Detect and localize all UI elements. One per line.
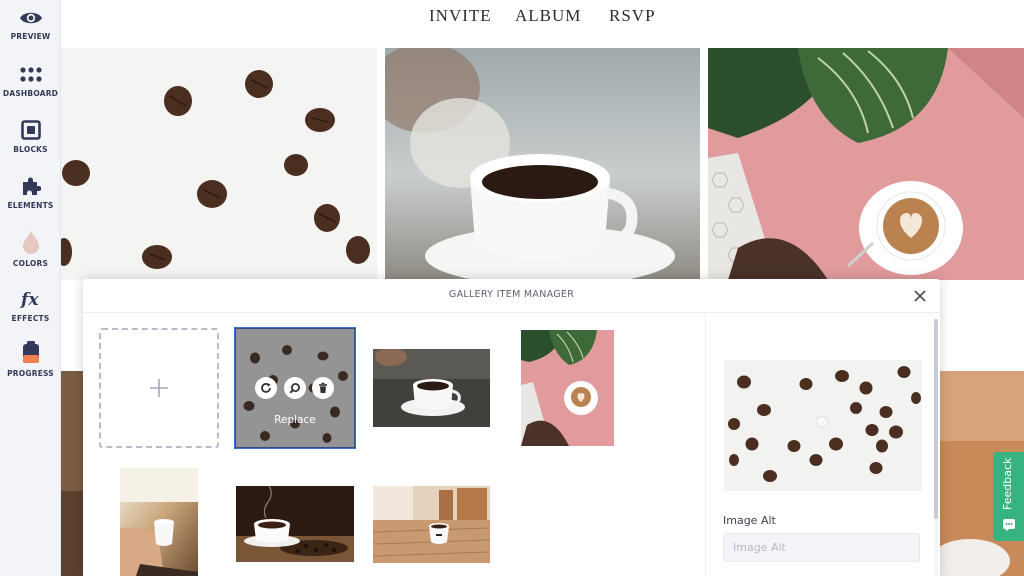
gallery-photo-partial-left[interactable] — [61, 371, 83, 576]
sidebar-item-label: PROGRESS — [7, 369, 54, 378]
eye-icon — [19, 12, 42, 24]
svg-text:fx: fx — [20, 290, 39, 309]
gallery-item-manager-modal: GALLERY ITEM MANAGER Replace Image Alt I… — [83, 279, 940, 576]
selected-image-preview — [724, 360, 922, 491]
sidebar-item-preview[interactable]: PREVIEW — [0, 9, 61, 41]
sidebar-item-blocks[interactable]: BLOCKS — [0, 120, 61, 154]
close-icon[interactable] — [912, 288, 928, 304]
modal-title: GALLERY ITEM MANAGER — [448, 289, 575, 300]
sidebar-item-label: DASHBOARD — [2, 89, 59, 98]
feedback-tab[interactable]: Feedback — [993, 452, 1024, 541]
gallery-thumb[interactable] — [236, 486, 354, 562]
rotate-button[interactable] — [255, 377, 277, 399]
puzzle-icon — [22, 177, 41, 195]
nav-link-rsvp[interactable]: RSVP — [609, 6, 656, 26]
scrollbar-thumb[interactable] — [934, 319, 938, 519]
gallery-thumb[interactable] — [373, 349, 490, 427]
sidebar-item-label: EFFECTS — [11, 314, 50, 323]
zoom-button[interactable] — [284, 377, 306, 399]
replace-label[interactable]: Replace — [235, 414, 355, 426]
sidebar-item-label: COLORS — [12, 259, 49, 268]
gallery-thumb[interactable] — [373, 486, 490, 563]
trash-icon — [319, 382, 327, 393]
gallery-photo-latte-pink[interactable] — [708, 48, 1024, 280]
droplet-icon — [22, 231, 39, 254]
delete-button[interactable] — [312, 377, 334, 399]
blocks-icon — [20, 120, 41, 140]
modal-divider — [83, 312, 940, 313]
chat-icon — [1003, 519, 1015, 532]
fx-icon: fx — [20, 290, 39, 309]
grid-dots-icon — [19, 67, 42, 82]
zoom-icon — [289, 383, 300, 394]
sidebar-item-label: BLOCKS — [13, 145, 48, 154]
sidebar-item-dashboard[interactable]: DASHBOARD — [0, 66, 61, 98]
gallery-photo-coffee-cup[interactable] — [385, 48, 700, 280]
image-alt-label: Image Alt — [723, 514, 776, 527]
sidebar-item-colors[interactable]: COLORS — [0, 230, 61, 268]
add-image-button[interactable] — [99, 328, 219, 448]
sidebar-item-effects[interactable]: fx EFFECTS — [0, 289, 61, 323]
progress-bag-icon — [22, 341, 39, 363]
sidebar-item-elements[interactable]: ELEMENTS — [0, 176, 61, 210]
gallery-thumb[interactable] — [521, 330, 614, 446]
nav-link-album[interactable]: ALBUM — [515, 6, 581, 26]
sidebar-item-label: ELEMENTS — [7, 201, 54, 210]
modal-column-divider — [705, 313, 706, 576]
nav-link-invite[interactable]: INVITE — [429, 6, 492, 26]
gallery-thumb-selected[interactable]: Replace — [234, 327, 356, 449]
top-nav: INVITE ALBUM RSVP — [61, 0, 1024, 47]
plus-icon — [150, 379, 168, 397]
sidebar: PREVIEW DASHBOARD BLOCKS ELEMENTS COLORS… — [0, 0, 61, 576]
gallery-photo-coffee-beans[interactable] — [61, 48, 377, 280]
rotate-icon — [261, 383, 271, 393]
sidebar-item-progress[interactable]: PROGRESS — [0, 340, 61, 378]
sidebar-item-label: PREVIEW — [10, 32, 51, 41]
feedback-label: Feedback — [1001, 457, 1014, 510]
gallery-thumb[interactable] — [120, 468, 198, 576]
image-alt-input[interactable] — [723, 533, 920, 562]
